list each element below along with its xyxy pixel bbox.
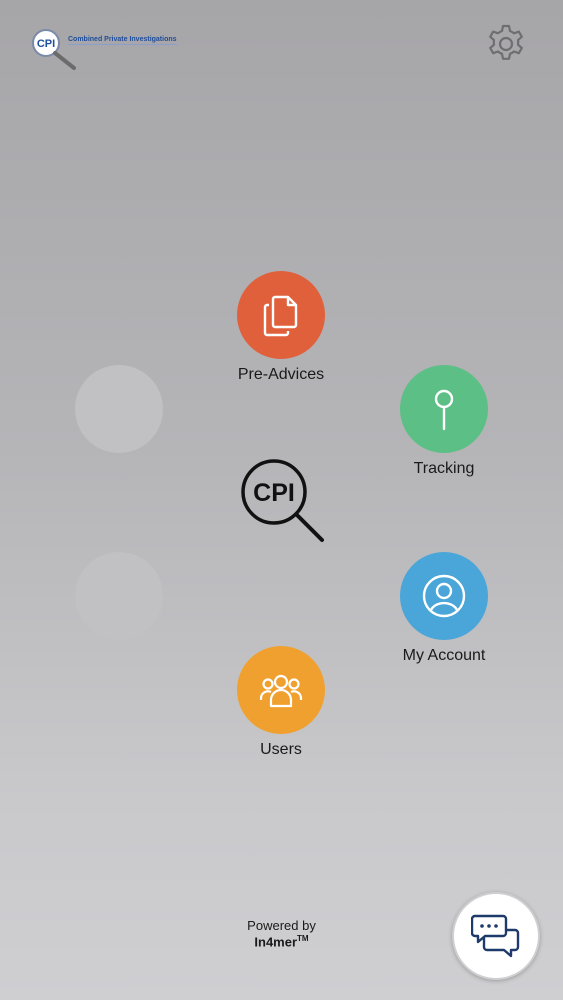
powered-by: Powered by In4merTM — [190, 918, 373, 949]
empty-slot — [75, 552, 163, 640]
user-circle-icon — [422, 574, 466, 618]
pre-advices-label: Pre-Advices — [237, 366, 325, 383]
users-group-icon — [259, 674, 303, 708]
documents-icon — [263, 295, 298, 337]
users-label: Users — [260, 741, 302, 758]
center-logo-text: CPI — [253, 479, 295, 507]
chat-bubbles-icon — [471, 914, 520, 958]
users-button[interactable] — [237, 646, 325, 734]
company-logo: CPI Combined Private Investigations — [30, 28, 200, 74]
settings-button[interactable] — [484, 22, 528, 66]
my-account-button[interactable] — [400, 552, 488, 640]
brand-text: In4mer — [254, 934, 298, 950]
my-account-label: My Account — [402, 647, 486, 664]
tracking-label: Tracking — [413, 460, 475, 477]
map-pin-icon — [434, 389, 454, 431]
tracking-button[interactable] — [400, 365, 488, 453]
trademark-mark: TM — [297, 934, 309, 943]
powered-by-text: Powered by — [247, 918, 316, 933]
gear-icon — [489, 24, 523, 60]
logo-badge-text: CPI — [37, 38, 55, 50]
magnifier-logo-icon: CPI — [241, 459, 324, 542]
magnifier-logo-icon: CPI — [32, 29, 76, 70]
pre-advices-button[interactable] — [237, 271, 325, 359]
center-logo: CPI — [240, 458, 330, 548]
empty-slot — [75, 365, 163, 453]
chat-button[interactable] — [452, 892, 540, 980]
logo-text: Combined Private Investigations — [68, 36, 177, 45]
brand-name: In4merTM — [190, 934, 373, 949]
